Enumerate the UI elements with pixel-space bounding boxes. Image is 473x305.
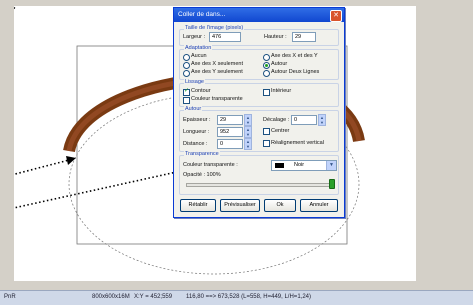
radio-axe-x-label: Axe des X seulement <box>191 61 243 67</box>
height-label: Hauteur : <box>264 34 287 40</box>
status-bar: PnR 800x600x16M X:Y = 452;559 116,80 ==>… <box>0 290 473 305</box>
decalage-label: Décalage : <box>263 117 290 123</box>
distance-field[interactable]: 0 <box>217 139 243 149</box>
retablir-button[interactable]: Rétablir <box>180 199 216 212</box>
opacite-slider-track[interactable] <box>186 183 334 187</box>
checkbox-contour-label: Contour <box>191 88 211 94</box>
distance-label: Distance : <box>183 141 208 147</box>
radio-aucun[interactable] <box>183 54 190 61</box>
decalage-field[interactable]: 0 <box>291 115 317 125</box>
couleur-transparente-value: Noir <box>294 162 305 168</box>
radio-axe-xy-label: Axe des X et des Y <box>271 53 318 59</box>
autour-group: Autour Epaisseur : 29 ▲ ▼ Décalage : 0 ▲ ▼… <box>179 106 339 152</box>
distance-spinner[interactable]: ▲ ▼ <box>244 138 252 150</box>
checkbox-contour[interactable] <box>183 87 190 96</box>
previsualiser-button[interactable]: Prévisualiser <box>220 199 260 212</box>
status-info: 116,80 ==> 673,528 (L=558, H=449, L/H=1,… <box>186 294 311 300</box>
checkbox-interieur-label: Intérieur <box>271 88 292 94</box>
radio-axe-y-label: Axe des Y seulement <box>191 69 243 75</box>
radio-axe-y[interactable] <box>183 70 190 77</box>
transparence-group-label: Transparence <box>184 151 220 157</box>
color-swatch <box>275 163 284 168</box>
arrow-line-left <box>14 159 70 176</box>
radio-axe-xy[interactable] <box>263 54 270 61</box>
checkbox-realignement[interactable] <box>263 140 270 147</box>
checkbox-realignement-label: Réalignement vertical <box>271 140 324 146</box>
couleur-transparente-select[interactable]: Noir ▼ <box>271 160 337 171</box>
height-field[interactable]: 29 <box>292 32 316 42</box>
radio-autour-deux-lignes-label: Autour Deux Lignes <box>271 69 320 75</box>
longueur-field[interactable]: 952 <box>217 127 243 137</box>
dialog-title: Coller de dans... <box>178 11 226 18</box>
size-group: Taille de l'image (pixels) Largeur : 476… <box>179 25 339 46</box>
checkbox-interieur[interactable] <box>263 89 270 96</box>
lissage-group-label: Lissage <box>184 79 205 85</box>
dialog-titlebar[interactable]: Coller de dans... ✕ <box>174 8 344 22</box>
checkbox-couleur-transparente-label: Couleur transparente <box>191 96 243 102</box>
status-size: 800x600x16M <box>92 294 130 300</box>
transparence-group: Transparence Couleur transparente : Noir… <box>179 151 339 195</box>
epaisseur-spinner[interactable]: ▲ ▼ <box>244 114 252 126</box>
arrow-line-top <box>14 6 17 11</box>
radio-autour-deux-lignes[interactable] <box>263 70 270 77</box>
checkbox-centrer[interactable] <box>263 128 270 135</box>
width-field[interactable]: 476 <box>209 32 241 42</box>
longueur-label: Longueur : <box>183 129 210 135</box>
lissage-group: Lissage Contour Intérieur Couleur transp… <box>179 79 339 107</box>
status-coords: X:Y = 452;559 <box>134 294 173 300</box>
opacite-slider-thumb[interactable] <box>329 179 335 189</box>
checkbox-centrer-label: Centrer <box>271 128 290 134</box>
status-left: PnR <box>4 294 16 300</box>
chevron-down-icon[interactable]: ▼ <box>326 161 336 170</box>
radio-autour-label: Autour <box>271 61 288 67</box>
epaisseur-field[interactable]: 29 <box>217 115 243 125</box>
annuler-button[interactable]: Annuler <box>300 199 338 212</box>
ok-button[interactable]: Ok <box>264 199 296 212</box>
close-icon[interactable]: ✕ <box>330 10 342 22</box>
arrow-head-left <box>66 156 76 165</box>
radio-axe-x[interactable] <box>183 62 190 69</box>
opacite-label: Opacité : 100% <box>183 172 221 178</box>
couleur-transparente-label: Couleur transparente : <box>183 162 238 168</box>
decalage-spinner[interactable]: ▲ ▼ <box>318 114 326 126</box>
size-group-label: Taille de l'image (pixels) <box>184 25 245 31</box>
longueur-spinner[interactable]: ▲ ▼ <box>244 126 252 138</box>
radio-aucun-label: Aucun <box>191 53 207 59</box>
adaptation-group-label: Adaptation <box>184 45 213 51</box>
adaptation-group: Adaptation Aucun Axe des X et des Y Axe … <box>179 45 339 80</box>
radio-autour[interactable] <box>263 62 270 69</box>
width-label: Largeur : <box>183 34 206 40</box>
epaisseur-label: Epaisseur : <box>183 117 211 123</box>
checkbox-couleur-transparente[interactable] <box>183 97 190 104</box>
dialog-coller-de-dans: Coller de dans... ✕ Taille de l'image (p… <box>173 7 345 218</box>
autour-group-label: Autour <box>184 106 203 112</box>
